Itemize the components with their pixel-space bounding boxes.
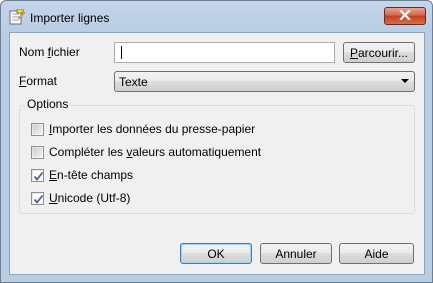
- checkbox-unicode-utf8[interactable]: [31, 191, 44, 205]
- checkmark-icon: [33, 171, 44, 181]
- checkbox-field-header[interactable]: [31, 168, 44, 182]
- format-select[interactable]: Texte: [114, 71, 415, 92]
- text-caret: [121, 46, 122, 59]
- option-label: En-tête champs: [49, 168, 134, 182]
- option-unicode-utf8[interactable]: Unicode (Utf-8): [31, 190, 130, 206]
- option-auto-complete-values[interactable]: Compléter les valeurs automatiquement: [31, 144, 261, 160]
- dialog-client-area: Nom fichier Parcourir... Format Texte Op…: [9, 32, 425, 275]
- cancel-button[interactable]: Annuler: [260, 243, 332, 264]
- filename-label: Nom fichier: [19, 45, 80, 59]
- option-label: Unicode (Utf-8): [49, 191, 131, 205]
- ok-button[interactable]: OK: [180, 243, 252, 264]
- window-title: Importer lignes: [30, 11, 110, 25]
- browse-button[interactable]: Parcourir...: [343, 42, 415, 63]
- format-selected-value: Texte: [119, 75, 148, 89]
- close-button[interactable]: [384, 7, 426, 25]
- checkbox-import-clipboard[interactable]: [31, 122, 44, 136]
- import-lines-icon: [9, 8, 26, 25]
- options-group-title: Options: [25, 97, 71, 111]
- filename-input[interactable]: [115, 43, 334, 62]
- chevron-down-icon: [401, 79, 409, 83]
- help-button[interactable]: Aide: [339, 243, 414, 264]
- option-label: Compléter les valeurs automatiquement: [49, 145, 262, 159]
- dialog-window: Importer lignes Nom fichier Parcourir...…: [0, 0, 433, 283]
- option-import-clipboard[interactable]: Importer les données du presse-papier: [31, 121, 255, 137]
- format-label: Format: [19, 74, 58, 88]
- checkbox-auto-complete-values[interactable]: [31, 145, 44, 159]
- close-icon: [399, 9, 411, 23]
- option-label: Importer les données du presse-papier: [49, 122, 256, 136]
- option-field-header[interactable]: En-tête champs: [31, 167, 133, 183]
- filename-field[interactable]: [114, 42, 335, 63]
- title-bar[interactable]: Importer lignes: [1, 1, 432, 33]
- checkmark-icon: [33, 194, 44, 204]
